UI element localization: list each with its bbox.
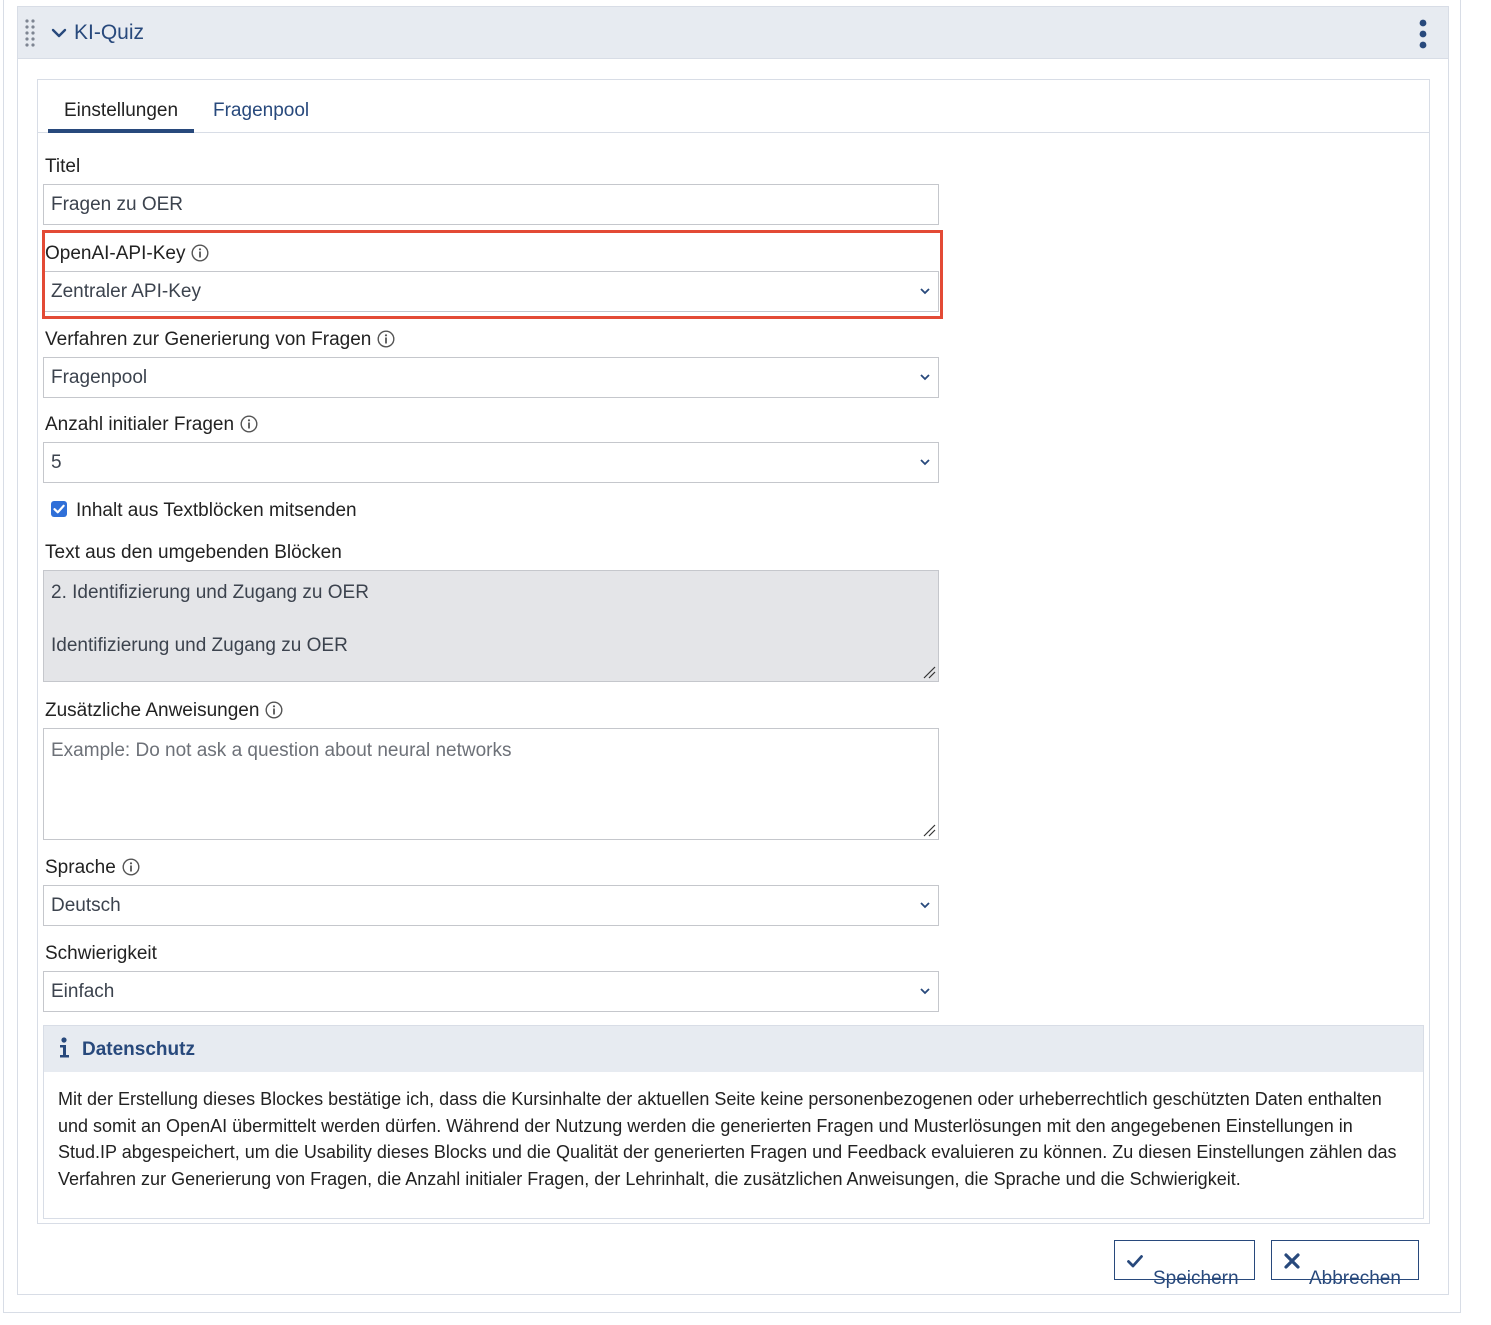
chevron-down-icon	[920, 459, 930, 466]
resize-grip-icon[interactable]	[922, 665, 936, 679]
chevron-down-icon	[920, 902, 930, 909]
privacy-notice: Datenschutz Mit der Erstellung dieses Bl…	[43, 1025, 1424, 1219]
method-label: Verfahren zur Generierung von Fragen	[45, 328, 395, 352]
instructions-label: Zusätzliche Anweisungen	[45, 699, 283, 723]
chevron-down-icon	[920, 288, 930, 295]
drag-handle-icon[interactable]	[24, 18, 36, 50]
info-icon[interactable]	[191, 244, 209, 262]
difficulty-label: Schwierigkeit	[45, 943, 157, 964]
cancel-button[interactable]: Abbrechen	[1271, 1240, 1419, 1289]
instructions-placeholder: Example: Do not ask a question about neu…	[51, 740, 512, 761]
chevron-down-icon	[920, 988, 930, 995]
send-content-checkbox[interactable]	[51, 501, 67, 517]
instructions-textarea[interactable]: Example: Do not ask a question about neu…	[43, 728, 939, 840]
privacy-header: Datenschutz	[44, 1026, 1423, 1072]
info-icon[interactable]	[240, 415, 258, 433]
block-header: KI-Quiz	[18, 7, 1448, 59]
api-key-label: OpenAI-API-Key	[45, 242, 209, 266]
cancel-button-label: Abbrechen	[1309, 1268, 1401, 1289]
save-button[interactable]: Speichern	[1114, 1240, 1255, 1289]
close-icon	[1284, 1253, 1300, 1269]
tab-bar: Einstellungen Fragenpool	[38, 80, 1429, 133]
resize-grip-icon[interactable]	[922, 823, 936, 837]
privacy-title: Datenschutz	[82, 1039, 195, 1060]
privacy-text: Mit der Erstellung dieses Blockes bestät…	[58, 1089, 1397, 1189]
surrounding-text-line: 2. Identifizierung und Zugang zu OER	[51, 582, 369, 603]
info-icon	[60, 1037, 69, 1058]
save-button-label: Speichern	[1153, 1268, 1239, 1289]
count-select[interactable]: 5	[43, 442, 939, 483]
difficulty-select[interactable]: Einfach	[43, 971, 939, 1012]
method-select[interactable]: Fragenpool	[43, 357, 939, 398]
surrounding-text-label: Text aus den umgebenden Blöcken	[45, 542, 342, 563]
title-input[interactable]: Fragen zu OER	[43, 184, 939, 225]
tab-fragenpool[interactable]: Fragenpool	[213, 98, 309, 124]
language-select[interactable]: Deutsch	[43, 885, 939, 926]
api-key-select[interactable]: Zentraler API-Key	[43, 271, 939, 312]
info-icon[interactable]	[377, 330, 395, 348]
chevron-down-icon[interactable]	[51, 25, 67, 41]
checkmark-icon	[53, 504, 65, 514]
info-icon[interactable]	[265, 701, 283, 719]
info-icon[interactable]	[122, 858, 140, 876]
surrounding-text-line: Identifizierung und Zugang zu OER	[51, 635, 348, 656]
send-content-label[interactable]: Inhalt aus Textblöcken mitsenden	[76, 499, 357, 523]
chevron-down-icon	[920, 374, 930, 381]
kebab-menu-icon[interactable]	[1418, 19, 1428, 49]
block-title[interactable]: KI-Quiz	[74, 20, 144, 46]
title-label: Titel	[45, 156, 81, 177]
tab-einstellungen[interactable]: Einstellungen	[48, 98, 194, 133]
surrounding-text-area[interactable]: 2. Identifizierung und Zugang zu OER Ide…	[43, 570, 939, 682]
language-label: Sprache	[45, 856, 140, 880]
checkmark-icon	[1127, 1255, 1143, 1268]
count-label: Anzahl initialer Fragen	[45, 413, 258, 437]
